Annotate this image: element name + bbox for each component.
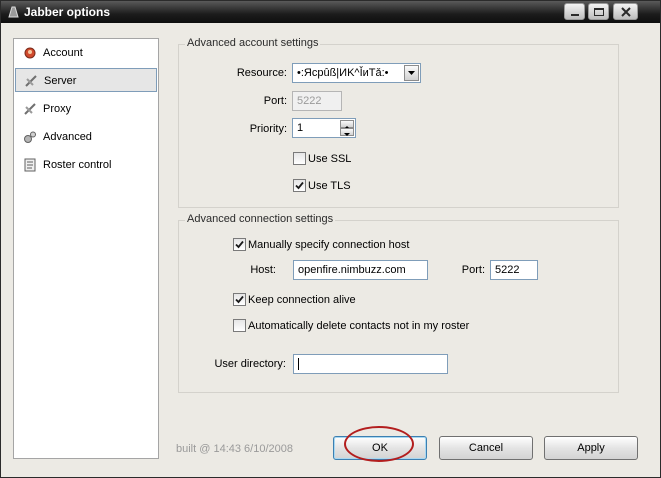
sidebar-item-advanced[interactable]: Advanced — [15, 125, 157, 149]
auto-delete-label: Automatically delete contacts not in my … — [248, 320, 470, 332]
proxy-icon — [24, 103, 36, 115]
checkmark-icon — [235, 295, 244, 304]
resource-dropdown-button[interactable] — [404, 65, 419, 81]
sidebar-item-label: Account — [43, 47, 83, 59]
keep-alive-checkbox[interactable] — [233, 293, 246, 306]
roster-icon — [24, 158, 36, 172]
connection-port-label: Port: — [461, 264, 485, 276]
use-ssl-label: Use SSL — [308, 153, 352, 165]
minimize-button[interactable] — [564, 3, 585, 20]
host-label: Host: — [250, 264, 276, 276]
priority-decrement-button[interactable] — [340, 128, 354, 136]
checkmark-icon — [235, 240, 244, 249]
sidebar-item-label: Roster control — [43, 159, 112, 171]
text-cursor — [298, 358, 299, 370]
priority-spinbox[interactable]: 1 — [292, 118, 356, 138]
use-tls-label: Use TLS — [308, 180, 351, 192]
sidebar-item-server[interactable]: Server — [15, 68, 157, 92]
close-button[interactable] — [613, 3, 638, 20]
priority-increment-button[interactable] — [340, 120, 354, 129]
user-directory-field[interactable] — [293, 354, 448, 374]
build-info: built @ 14:43 6/10/2008 — [176, 443, 293, 455]
manual-host-label: Manually specify connection host — [248, 239, 410, 251]
port-field[interactable]: 5222 — [292, 91, 342, 111]
priority-value: 1 — [297, 122, 304, 134]
sidebar-item-label: Server — [44, 75, 77, 87]
options-window: Jabber options Account Server Proxy Adva… — [0, 0, 661, 478]
maximize-button[interactable] — [588, 3, 609, 20]
user-directory-label: User directory: — [214, 358, 286, 370]
manual-host-checkbox[interactable] — [233, 238, 246, 251]
resource-combobox[interactable]: •:Ясрûß|ИK^ǏиТǎ:• — [292, 63, 421, 83]
annotation-circle — [344, 426, 414, 462]
app-icon — [8, 6, 19, 18]
sidebar: Account Server Proxy Advanced Roster con… — [13, 38, 159, 459]
sidebar-item-label: Advanced — [43, 131, 92, 143]
resource-value: •:Ясрûß|ИK^ǏиТǎ:• — [297, 67, 389, 79]
resource-label: Resource: — [236, 67, 287, 79]
sidebar-item-account[interactable]: Account — [15, 41, 157, 65]
title-bar[interactable]: Jabber options — [1, 1, 660, 23]
gears-icon — [24, 131, 36, 143]
cancel-button[interactable]: Cancel — [439, 436, 533, 460]
window-title: Jabber options — [24, 5, 111, 19]
account-icon — [24, 47, 36, 59]
sidebar-item-proxy[interactable]: Proxy — [15, 97, 157, 121]
keep-alive-label: Keep connection alive — [248, 294, 356, 306]
host-field[interactable]: openfire.nimbuzz.com — [293, 260, 428, 280]
use-ssl-checkbox[interactable] — [293, 152, 306, 165]
apply-button[interactable]: Apply — [544, 436, 638, 460]
cancel-button-label: Cancel — [468, 442, 504, 454]
checkmark-icon — [295, 181, 304, 190]
connection-settings-title: Advanced connection settings — [185, 213, 336, 225]
server-icon — [25, 75, 37, 87]
minimize-icon — [571, 14, 579, 16]
apply-button-label: Apply — [577, 442, 605, 454]
sidebar-item-label: Proxy — [43, 103, 72, 115]
chevron-down-icon — [408, 71, 415, 75]
arrow-down-icon — [344, 133, 350, 136]
close-icon — [621, 7, 631, 17]
maximize-icon — [594, 8, 604, 16]
auto-delete-checkbox[interactable] — [233, 319, 246, 332]
sidebar-item-roster-control[interactable]: Roster control — [15, 153, 157, 177]
priority-label: Priority: — [249, 123, 287, 135]
connection-port-field[interactable]: 5222 — [490, 260, 538, 280]
account-settings-title: Advanced account settings — [185, 37, 321, 49]
use-tls-checkbox[interactable] — [293, 179, 306, 192]
port-label: Port: — [263, 95, 287, 107]
